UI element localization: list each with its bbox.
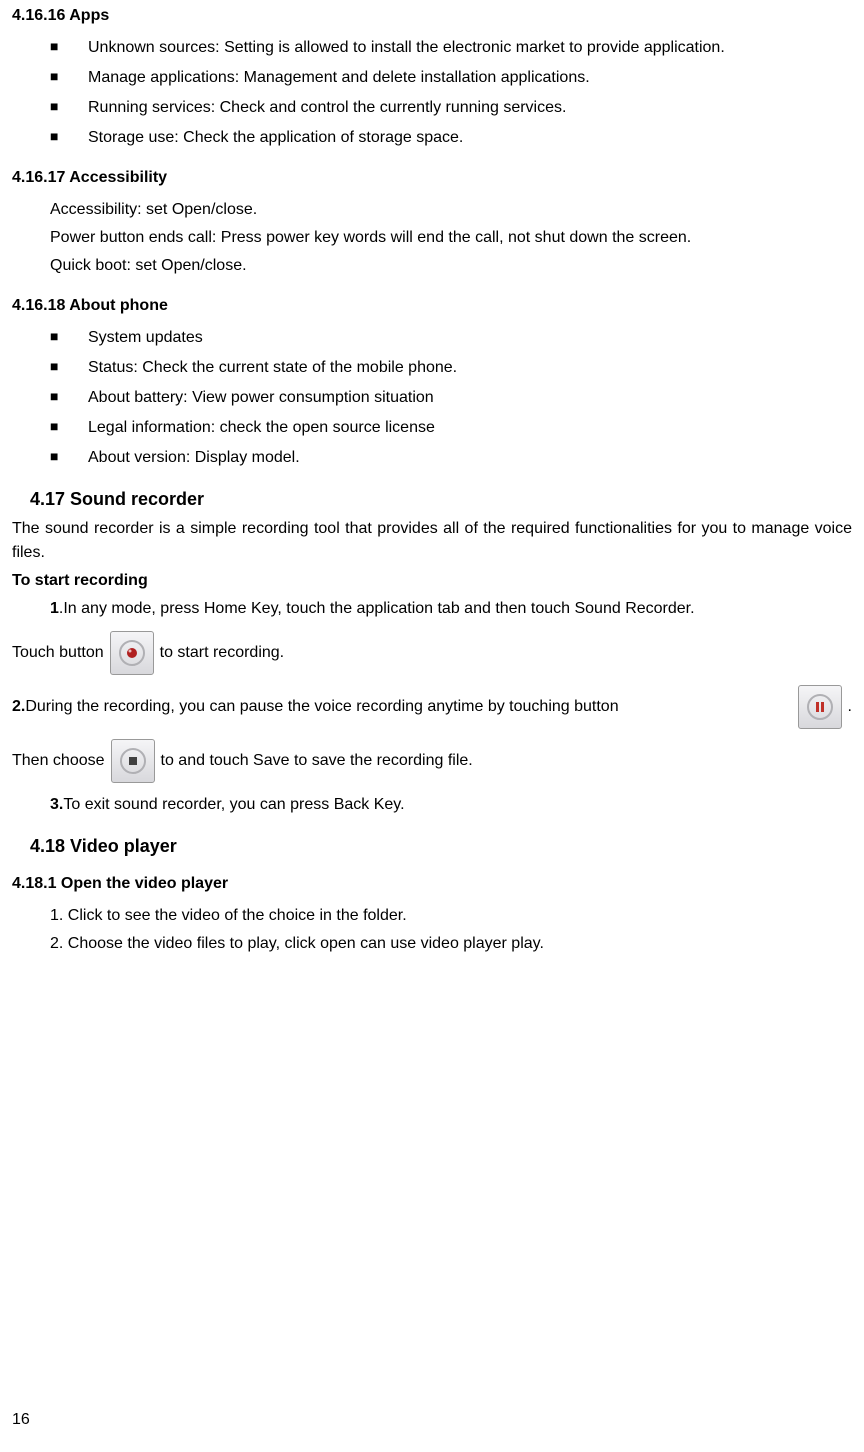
about-phone-list: System updates Status: Check the current… (12, 326, 852, 470)
then-choose-line: Then choose to and touch Save to save th… (12, 739, 852, 783)
subheading-to-start: To start recording (12, 569, 852, 593)
step-number: 2. (12, 695, 25, 719)
list-item: About battery: View power consumption si… (12, 386, 852, 410)
paragraph: 1. Click to see the video of the choice … (50, 904, 852, 928)
heading-4-18: 4.18 Video player (30, 833, 852, 860)
step-text: .In any mode, press Home Key, touch the … (59, 600, 695, 617)
paragraph: Power button ends call: Press power key … (12, 226, 852, 250)
text: Then choose (12, 749, 105, 773)
step-2-line: 2. During the recording, you can pause t… (12, 685, 852, 729)
list-item: Unknown sources: Setting is allowed to i… (12, 36, 852, 60)
step-number: 3. (50, 796, 63, 813)
heading-4-16-18: 4.16.18 About phone (12, 294, 852, 318)
apps-list: Unknown sources: Setting is allowed to i… (12, 36, 852, 150)
list-item: About version: Display model. (12, 446, 852, 470)
list-item: Storage use: Check the application of st… (12, 126, 852, 150)
text: to start recording. (160, 641, 285, 665)
page-number: 16 (12, 1408, 30, 1432)
text: Touch button (12, 641, 104, 665)
text: . (848, 695, 852, 719)
paragraph: Quick boot: set Open/close. (50, 254, 852, 278)
touch-button-line: Touch button to start recording. (12, 631, 852, 675)
list-item: Manage applications: Management and dele… (12, 66, 852, 90)
list-item: Legal information: check the open source… (12, 416, 852, 440)
heading-4-16-16: 4.16.16 Apps (12, 4, 852, 28)
stop-icon (111, 739, 155, 783)
text: to and touch Save to save the recording … (161, 749, 473, 773)
list-item: Status: Check the current state of the m… (12, 356, 852, 380)
paragraph: 2. Choose the video files to play, click… (50, 932, 852, 956)
record-icon (110, 631, 154, 675)
text: Power button ends call: Press power key … (50, 229, 691, 246)
pause-icon (798, 685, 842, 729)
heading-4-16-17: 4.16.17 Accessibility (12, 166, 852, 190)
step-1: 1.In any mode, press Home Key, touch the… (50, 597, 852, 621)
heading-4-17: 4.17 Sound recorder (30, 486, 852, 513)
heading-4-18-1: 4.18.1 Open the video player (12, 872, 852, 896)
step-3: 3.To exit sound recorder, you can press … (50, 793, 852, 817)
list-item: System updates (12, 326, 852, 350)
step-number: 1 (50, 600, 59, 617)
paragraph: Accessibility: set Open/close. (50, 198, 852, 222)
list-item: Running services: Check and control the … (12, 96, 852, 120)
step-text: During the recording, you can pause the … (25, 695, 791, 719)
step-text: To exit sound recorder, you can press Ba… (63, 796, 404, 813)
paragraph: The sound recorder is a simple recording… (12, 517, 852, 565)
